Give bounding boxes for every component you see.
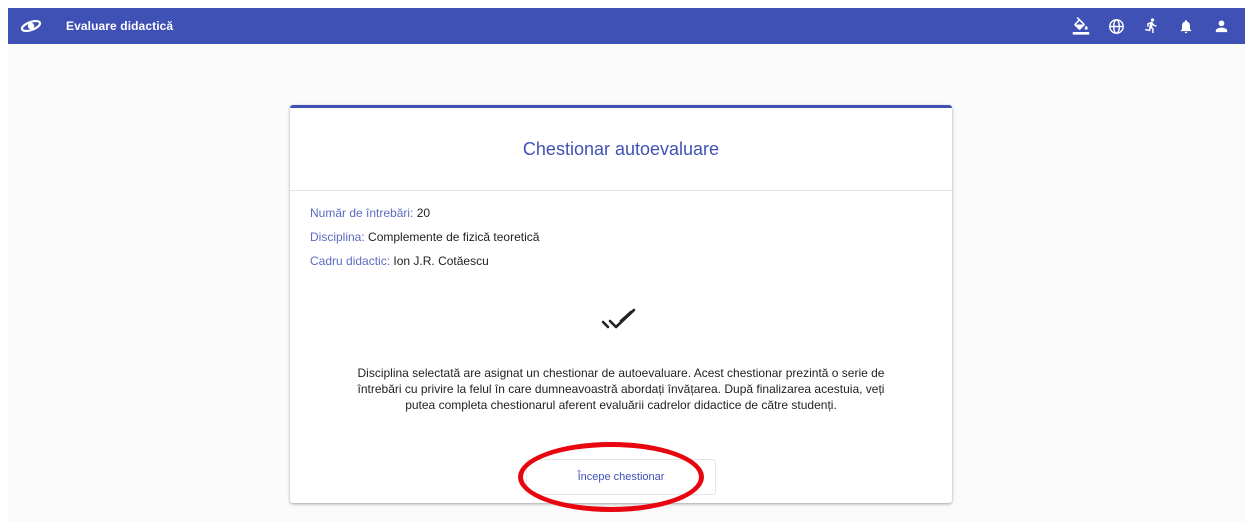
done-all-icon-wrap [290,308,952,339]
notifications-icon[interactable] [1176,16,1196,36]
paint-bucket-icon[interactable] [1071,16,1091,36]
description-line-3: putea completa chestionarul aferent eval… [405,398,837,412]
start-questionnaire-button[interactable]: Începe chestionar [526,459,716,495]
accessibility-icon[interactable] [1141,16,1161,36]
card-header: Chestionar autoevaluare [290,108,952,191]
description-line-1: Disciplina selectată are asignat un ches… [357,366,885,380]
teacher-row: Cadru didactic: Ion J.R. Cotăescu [310,249,952,273]
discipline-value: Complemente de fizică teoretică [368,230,540,244]
teacher-value: Ion J.R. Cotăescu [393,254,489,268]
questionnaire-card: Chestionar autoevaluare Număr de întrebă… [290,105,952,503]
app-logo-icon[interactable] [20,17,42,35]
top-app-bar: Evaluare didactică [8,8,1245,44]
done-all-icon [601,308,641,339]
discipline-label: Disciplina: [310,230,365,244]
account-icon[interactable] [1211,16,1231,36]
globe-icon[interactable] [1106,16,1126,36]
toolbar-actions [1071,8,1231,44]
teacher-label: Cadru didactic: [310,254,391,268]
questions-count-value: 20 [416,206,431,220]
app-title: Evaluare didactică [66,19,174,33]
discipline-row: Disciplina: Complemente de fizică teoret… [310,225,952,249]
questionnaire-details: Număr de întrebări: 20 Disciplina: Compl… [290,191,952,273]
questions-count-label: Număr de întrebări: [310,206,414,220]
questionnaire-description: Disciplina selectată are asignat un ches… [310,365,932,413]
card-title: Chestionar autoevaluare [522,138,720,159]
description-line-2: întrebări cu privire la felul în care du… [357,382,885,396]
questions-count-row: Număr de întrebări: 20 [310,201,952,225]
